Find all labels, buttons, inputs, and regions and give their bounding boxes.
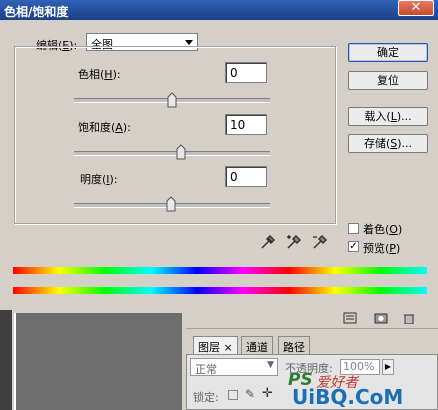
load-accesskey: L <box>390 110 397 123</box>
hue-label-text: 色相 <box>78 68 100 81</box>
hue-input[interactable]: 0 <box>225 62 267 83</box>
eyedropper-plus-icon[interactable] <box>286 234 302 250</box>
blend-mode-dropdown[interactable]: 正常 ▼ <box>190 358 278 376</box>
close-button[interactable]: ✕ <box>398 0 434 16</box>
colorize-label[interactable]: 着色(O) <box>363 221 402 237</box>
lightness-slider-thumb[interactable] <box>166 196 176 212</box>
lock-brush-icon[interactable]: ✎ <box>245 387 255 401</box>
saturation-accesskey: A <box>115 121 123 134</box>
load-button[interactable]: 载入(L)... <box>348 107 428 126</box>
input-color-bar <box>13 267 427 274</box>
tab-layers[interactable]: 图层 × <box>193 336 238 354</box>
toolbar-strip <box>0 310 12 410</box>
tab-paths-label: 路径 <box>283 341 305 354</box>
lock-move-icon[interactable]: ✛ <box>262 386 273 401</box>
eyedropper-icon[interactable] <box>260 234 276 250</box>
output-color-bar <box>13 287 427 294</box>
tab-channels-label: 通道 <box>246 341 268 354</box>
saturation-label-text: 饱和度 <box>78 121 111 134</box>
lightness-label-text: 明度 <box>80 173 102 186</box>
save-accesskey: S <box>390 137 398 150</box>
watermark-logo: UiBQ.CoM <box>292 385 404 409</box>
trash-icon[interactable] <box>403 312 415 324</box>
saturation-slider-track[interactable] <box>74 151 270 156</box>
hue-accesskey: H <box>104 68 113 81</box>
colorize-label-text: 着色 <box>363 223 385 236</box>
lightness-input[interactable]: 0 <box>225 166 267 187</box>
preview-label-text: 预览 <box>363 242 385 255</box>
close-icon: ✕ <box>410 0 422 15</box>
opacity-arrow-icon[interactable]: ▶ <box>382 359 394 375</box>
panel-header <box>186 310 438 329</box>
preview-checkbox[interactable]: ✓ <box>348 241 359 252</box>
panel-menu-icon[interactable] <box>343 312 357 324</box>
reset-button[interactable]: 复位 <box>348 71 428 90</box>
ok-button[interactable]: 确定 <box>348 43 428 62</box>
tab-paths[interactable]: 路径 <box>278 336 310 354</box>
eyedropper-minus-icon[interactable] <box>312 234 328 250</box>
chevron-down-icon <box>185 40 193 45</box>
save-button[interactable]: 存储(S)... <box>348 134 428 153</box>
preview-label[interactable]: 预览(P) <box>363 240 400 256</box>
lightness-label: 明度(I): <box>80 173 118 186</box>
lock-label: 锁定: <box>193 391 219 404</box>
preview-accesskey: P <box>389 242 396 255</box>
lightness-accesskey: I <box>106 173 110 186</box>
checkmark-icon: ✓ <box>349 241 358 252</box>
lock-transparent-icon[interactable] <box>228 390 238 400</box>
window-title: 色相/饱和度 <box>4 5 69 19</box>
saturation-slider-thumb[interactable] <box>176 144 186 160</box>
chevron-down-icon: ▼ <box>267 360 274 370</box>
saturation-label: 饱和度(A): <box>78 121 131 134</box>
document-canvas[interactable] <box>14 313 182 410</box>
saturation-input[interactable]: 10 <box>225 114 267 135</box>
hue-label: 色相(H): <box>78 68 121 81</box>
load-button-label: 载入 <box>364 110 387 123</box>
tab-layers-label: 图层 <box>198 341 220 354</box>
colorize-checkbox[interactable] <box>348 223 359 234</box>
hue-slider-thumb[interactable] <box>167 92 177 108</box>
camera-icon[interactable] <box>374 312 388 324</box>
colorize-accesskey: O <box>389 223 398 236</box>
save-button-label: 存储 <box>363 137 386 150</box>
title-bar: 色相/饱和度 ✕ <box>0 0 438 20</box>
tab-channels[interactable]: 通道 <box>241 336 273 354</box>
blend-mode-value: 正常 <box>195 363 217 376</box>
